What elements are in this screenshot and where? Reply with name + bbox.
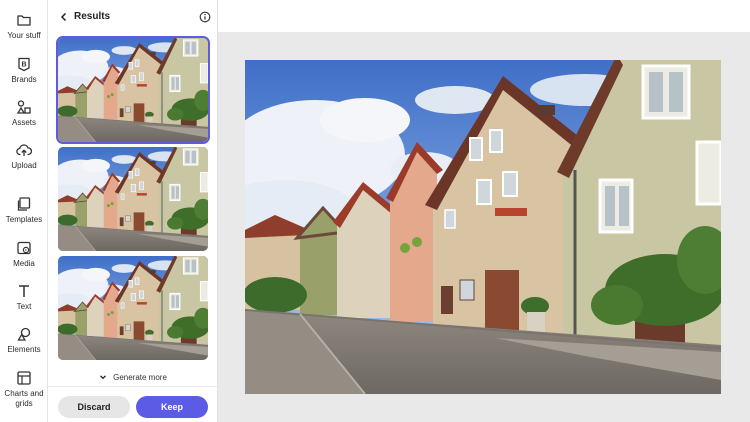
generate-more-label: Generate more	[113, 373, 167, 382]
rail-item-charts-and-grids[interactable]: Charts and grids	[0, 370, 48, 409]
generate-more-button[interactable]: Generate more	[48, 373, 218, 387]
media-icon	[17, 241, 31, 255]
artboard[interactable]	[245, 60, 721, 394]
canvas-top-bar	[218, 0, 750, 32]
info-icon[interactable]	[199, 11, 211, 23]
elements-icon	[17, 327, 31, 341]
footer-divider	[48, 386, 218, 387]
rail-item-assets[interactable]: Assets	[0, 99, 48, 128]
rail-item-media[interactable]: Media	[0, 240, 48, 269]
street-houses-photo	[245, 60, 721, 394]
rail-item-elements[interactable]: Elements	[0, 326, 48, 355]
rail-item-brands[interactable]: B Brands	[0, 56, 48, 85]
panel-header: Results	[48, 0, 218, 34]
rail-label: Charts and grids	[4, 389, 44, 408]
svg-text:B: B	[21, 62, 26, 69]
rail-label: Text	[16, 302, 32, 311]
text-t-icon	[19, 285, 29, 297]
result-thumbnail[interactable]	[58, 147, 208, 251]
chevron-left-icon[interactable]	[58, 11, 70, 23]
result-image	[58, 147, 208, 251]
result-image	[58, 38, 208, 142]
rail-label: Upload	[11, 161, 37, 170]
rail-label: Your stuff	[7, 31, 41, 40]
canvas-area	[218, 32, 750, 422]
brand-b-icon: B	[18, 57, 30, 72]
result-image	[58, 256, 208, 360]
results-panel: Results Generate more Discard Keep	[48, 0, 218, 422]
assets-icon	[16, 100, 31, 114]
rail-item-text[interactable]: Text	[0, 283, 48, 312]
left-rail: Your stuff B Brands Assets Upload Templa…	[0, 0, 48, 422]
rail-item-upload[interactable]: Upload	[0, 142, 48, 171]
rail-item-your-stuff[interactable]: Your stuff	[0, 12, 48, 41]
charts-grid-icon	[17, 371, 31, 385]
rail-label: Media	[13, 259, 35, 268]
folder-icon	[17, 15, 31, 26]
rail-label: Assets	[11, 118, 36, 127]
result-thumbnail[interactable]	[58, 38, 208, 142]
chevron-down-icon	[100, 375, 107, 380]
panel-title: Results	[74, 11, 111, 22]
rail-label: Templates	[5, 215, 43, 224]
upload-cloud-icon	[16, 144, 32, 156]
result-thumbnail[interactable]	[58, 256, 208, 360]
keep-button[interactable]: Keep	[136, 396, 208, 418]
discard-button[interactable]: Discard	[58, 396, 130, 418]
rail-label: Brands	[11, 75, 37, 84]
rail-label: Elements	[7, 345, 41, 354]
templates-icon	[17, 197, 31, 211]
rail-item-templates[interactable]: Templates	[0, 196, 48, 225]
